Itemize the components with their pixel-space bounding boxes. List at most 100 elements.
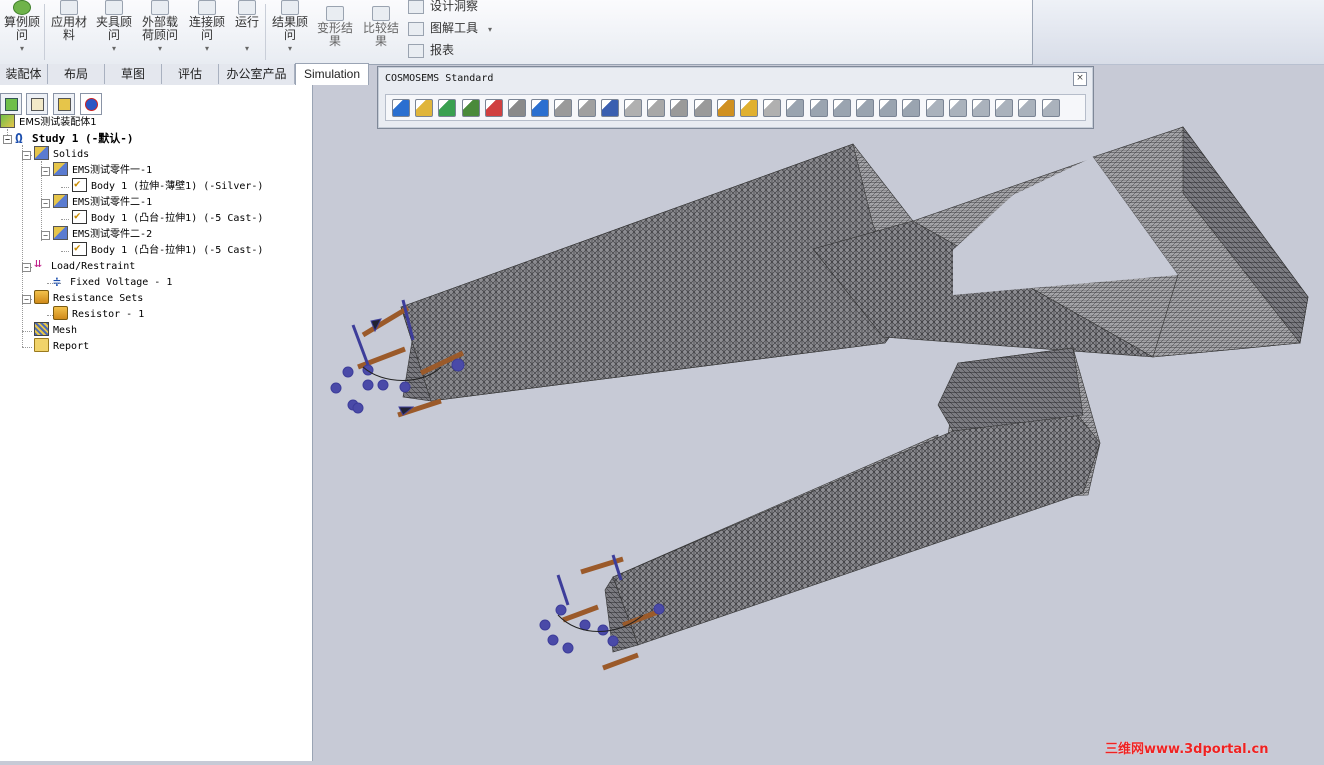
external-loads-advisor-button[interactable]: 外部载荷顾问 ▾ <box>138 0 182 55</box>
chevron-down-icon[interactable]: ▾ <box>268 42 312 55</box>
patch-icon[interactable] <box>647 99 666 117</box>
chevron-down-icon[interactable]: ▾ <box>225 42 269 55</box>
tree-report-label: Report <box>53 341 90 352</box>
collapse-icon[interactable]: − <box>22 151 31 160</box>
plot-icon[interactable] <box>484 99 503 117</box>
tree-report[interactable]: Report <box>34 338 90 355</box>
view-5-icon[interactable] <box>1018 99 1037 117</box>
folder-icon[interactable] <box>740 99 758 117</box>
tree-study[interactable]: − Ω Study 1 (-默认-) <box>3 131 133 147</box>
design-insight-label: 设计洞察 <box>430 0 479 13</box>
collapse-icon[interactable]: − <box>22 295 31 304</box>
tab-office-products[interactable]: 办公室产品 <box>219 64 295 84</box>
tree-body-2[interactable]: Body 1 (凸台-拉伸1) (-5 Cast-) <box>72 208 263 227</box>
tree-fixed-voltage-label: Fixed Voltage - 1 <box>70 277 173 288</box>
chevron-down-icon[interactable]: ▾ <box>488 25 492 34</box>
chevron-down-icon[interactable]: ▾ <box>0 42 44 55</box>
results-advisor-button[interactable]: 结果顾问 ▾ <box>268 0 312 55</box>
tab-simulation[interactable]: Simulation <box>295 63 369 85</box>
feature-manager-tab[interactable] <box>0 93 22 115</box>
zoom-icon[interactable] <box>786 99 805 117</box>
chevron-down-icon[interactable]: ▾ <box>138 42 182 55</box>
chevron-down-icon[interactable]: ▾ <box>185 42 229 55</box>
run-button[interactable]: 运行 ▾ <box>225 0 269 55</box>
tree-solids[interactable]: − Solids <box>22 146 89 163</box>
graphics-viewport[interactable] <box>313 85 1324 761</box>
pan-icon[interactable] <box>879 99 898 117</box>
collapse-icon[interactable]: − <box>41 231 50 240</box>
zoom-area-icon[interactable] <box>809 99 828 117</box>
run-label: 运行 <box>234 15 259 29</box>
tree-fixed-voltage[interactable]: ≑ Fixed Voltage - 1 <box>53 275 172 291</box>
tree-part-2-label: EMS测试零件二-1 <box>72 197 153 208</box>
tree-part-1[interactable]: − EMS测试零件一-1 <box>41 162 152 179</box>
rounded-icon[interactable] <box>624 99 642 117</box>
report-button[interactable]: 报表 <box>408 40 454 60</box>
tree-resistor[interactable]: Resistor - 1 <box>53 306 144 323</box>
properties-icon[interactable] <box>415 99 434 117</box>
configuration-manager-tab[interactable] <box>53 93 75 115</box>
new-study-icon[interactable] <box>392 99 410 117</box>
body-check-icon <box>72 208 87 224</box>
report-folder-icon <box>34 338 49 352</box>
compare-results-button[interactable]: 比较结果 <box>359 0 403 48</box>
arrow-down-2-icon[interactable] <box>693 99 712 117</box>
solids-icon[interactable] <box>438 99 457 117</box>
view-2-icon[interactable] <box>948 99 967 117</box>
design-insight-button[interactable]: 设计洞察 <box>408 0 478 16</box>
part-icon <box>53 194 68 208</box>
connector-icon[interactable] <box>600 99 619 117</box>
pencil-icon[interactable] <box>902 99 921 117</box>
chevron-down-icon[interactable]: ▾ <box>92 42 136 55</box>
tab-evaluate[interactable]: 评估 <box>162 64 219 84</box>
mesh-tool-icon[interactable] <box>461 99 480 117</box>
tab-sketch[interactable]: 草图 <box>105 64 162 84</box>
deformed-result-button[interactable]: 变形结果 <box>313 0 357 48</box>
tree-body-1[interactable]: Body 1 (拉伸-薄壁1) (-Silver-) <box>72 176 263 195</box>
fixed-voltage-icon[interactable] <box>531 99 550 117</box>
plot-tools-button[interactable]: 图解工具 ▾ <box>408 18 492 38</box>
zoom-out-icon[interactable] <box>832 99 851 117</box>
tree-root-label: EMS测试装配体1 <box>19 117 97 128</box>
compare-results-icon <box>372 6 390 21</box>
resistor-icon[interactable] <box>716 99 735 117</box>
collapse-icon[interactable]: − <box>22 263 31 272</box>
tree-part-2[interactable]: − EMS测试零件二-1 <box>41 194 153 211</box>
collapse-icon[interactable]: − <box>41 167 50 176</box>
grid-icon[interactable] <box>554 99 573 117</box>
tree-part-3-label: EMS测试零件二-2 <box>72 229 153 240</box>
load-icon[interactable] <box>508 99 526 117</box>
tree-resistance-sets[interactable]: − Resistance Sets <box>22 290 143 307</box>
tree-mesh[interactable]: Mesh <box>34 322 77 339</box>
report-icon <box>408 43 424 58</box>
tree-part-3[interactable]: − EMS测试零件二-2 <box>41 226 153 243</box>
view-4-icon[interactable] <box>995 99 1014 117</box>
rotate-icon[interactable] <box>856 99 874 117</box>
collapse-icon[interactable]: − <box>41 199 50 208</box>
study-advisor-button[interactable]: 算例顾问 ▾ <box>0 0 44 55</box>
tree-root-assembly[interactable]: EMS测试装配体1 <box>0 114 97 131</box>
collapse-icon[interactable]: − <box>3 135 12 144</box>
rect-tool-icon[interactable] <box>577 99 596 117</box>
tab-layout[interactable]: 布局 <box>48 64 105 84</box>
view-1-icon[interactable] <box>925 99 944 117</box>
view-6-icon[interactable] <box>1041 99 1060 117</box>
property-manager-tab[interactable] <box>26 93 48 115</box>
view-3-icon[interactable] <box>972 99 990 117</box>
watermark-text: 三维网www.3dportal.cn <box>1105 742 1269 757</box>
fixtures-advisor-button[interactable]: 夹具顾问 ▾ <box>92 0 136 55</box>
arrow-down-icon[interactable] <box>670 99 689 117</box>
close-icon[interactable]: × <box>1073 72 1087 86</box>
apply-material-button[interactable]: 应用材料 <box>47 0 91 42</box>
mesh-model-view <box>330 126 1309 671</box>
run-icon <box>238 0 256 15</box>
tree-body-3[interactable]: Body 1 (凸台-拉伸1) (-5 Cast-) <box>72 240 263 259</box>
part-two-mesh <box>604 347 1101 653</box>
tab-assembly[interactable]: 装配体 <box>0 64 48 84</box>
deformed-result-label: 变形结果 <box>317 21 354 48</box>
square-icon[interactable] <box>763 99 782 117</box>
connections-advisor-button[interactable]: 连接顾问 ▾ <box>185 0 229 55</box>
tree-load-restraint[interactable]: − Load/Restraint <box>22 256 135 275</box>
cosmosems-toolbar-window[interactable]: COSMOSEMS Standard × <box>377 66 1094 129</box>
simulation-manager-tab[interactable] <box>80 93 102 115</box>
